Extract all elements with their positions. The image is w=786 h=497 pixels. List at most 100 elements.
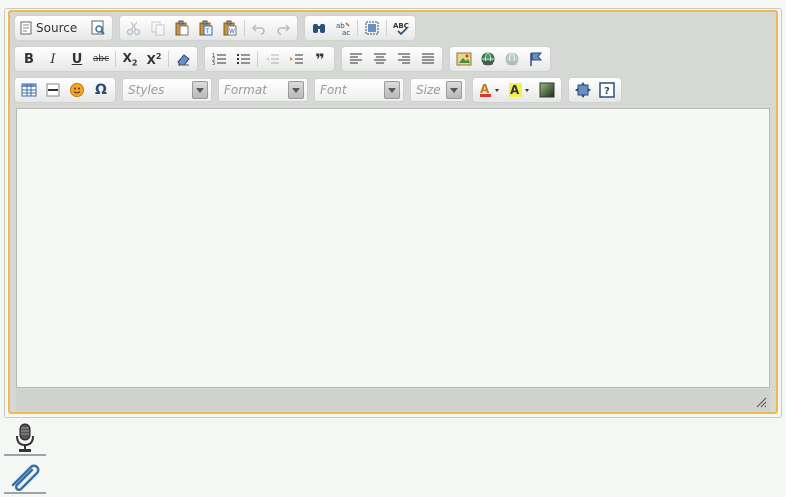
smiley-button[interactable] [66, 79, 88, 101]
toolbar-separator [244, 20, 246, 36]
chevron-down-icon [288, 81, 304, 99]
chevron-down-icon [192, 81, 208, 99]
special-char-button[interactable]: Ω [90, 79, 112, 101]
source-button[interactable]: Source [18, 17, 85, 39]
smiley-icon [69, 82, 85, 98]
image-button[interactable] [453, 48, 475, 70]
flag-icon [528, 51, 544, 67]
spellcheck-button[interactable]: ABC [390, 17, 412, 39]
table-icon [21, 82, 37, 98]
numbered-list-button[interactable]: 123 [208, 48, 230, 70]
microphone-button[interactable] [4, 422, 46, 456]
table-button[interactable] [18, 79, 40, 101]
size-combo[interactable]: Size [410, 78, 466, 102]
font-combo[interactable]: Font [314, 78, 404, 102]
justify-button[interactable] [417, 48, 439, 70]
format-combo[interactable]: Format [218, 78, 308, 102]
unlink-button[interactable] [501, 48, 523, 70]
preview-button[interactable] [87, 17, 109, 39]
preview-icon [90, 20, 106, 36]
horizontal-rule-button[interactable] [42, 79, 64, 101]
select-all-button[interactable] [361, 17, 383, 39]
svg-text:3: 3 [212, 61, 215, 67]
resize-grip-icon[interactable] [755, 396, 767, 408]
editor-footer [16, 389, 770, 411]
strike-button[interactable]: abc [90, 48, 112, 70]
toolbar-row-3: Ω Styles Format Font Size A A ? [14, 76, 628, 104]
svg-text:ac: ac [342, 29, 350, 36]
toolbar-row-2: B I U abc X2 X2 1 2 3 ❞ [14, 45, 557, 73]
text-color-button[interactable]: A [476, 79, 504, 101]
cut-button[interactable] [123, 17, 145, 39]
help-icon: ? [599, 82, 615, 98]
undo-icon [251, 20, 267, 36]
replace-icon: ab ac [335, 20, 351, 36]
spellcheck-icon: ABC [392, 20, 410, 36]
link-icon [480, 51, 496, 67]
toolbar-group-paragraph: 123 ❞ [204, 46, 335, 72]
italic-button[interactable]: I [42, 48, 64, 70]
copy-button[interactable] [147, 17, 169, 39]
rich-text-editor: Source T W ab ac ABC B I U abc X2 X2 1 2… [4, 8, 782, 418]
undo-button[interactable] [248, 17, 270, 39]
help-button[interactable]: ? [596, 79, 618, 101]
select-all-icon [364, 20, 380, 36]
toolbar-group-insert [449, 46, 551, 72]
svg-text:?: ? [604, 86, 610, 97]
redo-icon [275, 20, 291, 36]
blockquote-button[interactable]: ❞ [309, 48, 331, 70]
link-button[interactable] [477, 48, 499, 70]
binoculars-icon [311, 20, 327, 36]
subscript-button[interactable]: X2 [119, 48, 141, 70]
find-button[interactable] [308, 17, 330, 39]
styles-combo[interactable]: Styles [122, 78, 212, 102]
bulleted-list-icon [235, 51, 251, 67]
align-center-button[interactable] [369, 48, 391, 70]
toolbar-separator [386, 20, 388, 36]
align-center-icon [373, 52, 387, 66]
attach-button[interactable] [4, 460, 46, 494]
anchor-button[interactable] [525, 48, 547, 70]
chevron-down-icon [384, 81, 400, 99]
indent-button[interactable] [285, 48, 307, 70]
underline-button[interactable]: U [66, 48, 88, 70]
replace-button[interactable]: ab ac [332, 17, 354, 39]
toolbar-group-colors: A A [472, 77, 562, 103]
paste-text-button[interactable]: T [195, 17, 217, 39]
chevron-down-icon [446, 81, 462, 99]
eraser-icon [175, 51, 191, 67]
paste-word-icon: W [222, 20, 238, 36]
bg-color-button[interactable]: A [506, 79, 534, 101]
paste-button[interactable] [171, 17, 193, 39]
toolbar-group-basic-styles: B I U abc X2 X2 [14, 46, 198, 72]
copy-icon [150, 20, 166, 36]
paste-word-button[interactable]: W [219, 17, 241, 39]
paperclip-icon [7, 461, 43, 491]
toolbar-row-1: Source T W ab ac ABC [14, 14, 422, 42]
superscript-button[interactable]: X2 [143, 48, 165, 70]
bulleted-list-button[interactable] [232, 48, 254, 70]
editor-content-area[interactable] [16, 108, 770, 388]
unlink-icon [504, 51, 520, 67]
outdent-button[interactable] [261, 48, 283, 70]
bold-button[interactable]: B [18, 48, 40, 70]
svg-text:A: A [480, 82, 490, 96]
maximize-button[interactable] [572, 79, 594, 101]
align-right-icon [397, 52, 411, 66]
toolbar-group-objects: Ω [14, 77, 116, 103]
microphone-icon [14, 423, 36, 453]
align-right-button[interactable] [393, 48, 415, 70]
omega-icon: Ω [95, 82, 107, 98]
redo-button[interactable] [272, 17, 294, 39]
color-swatch-icon [539, 82, 555, 98]
remove-format-button[interactable] [172, 48, 194, 70]
color-picker-button[interactable] [536, 79, 558, 101]
toolbar-separator [257, 51, 258, 67]
numbered-list-icon: 123 [211, 51, 227, 67]
outdent-icon [264, 51, 280, 67]
toolbar-group-editing: ab ac ABC [304, 15, 417, 41]
editor-frame: Source T W ab ac ABC B I U abc X2 X2 1 2… [8, 10, 778, 414]
align-left-button[interactable] [345, 48, 367, 70]
blockquote-icon: ❞ [315, 49, 325, 69]
indent-icon [288, 51, 304, 67]
